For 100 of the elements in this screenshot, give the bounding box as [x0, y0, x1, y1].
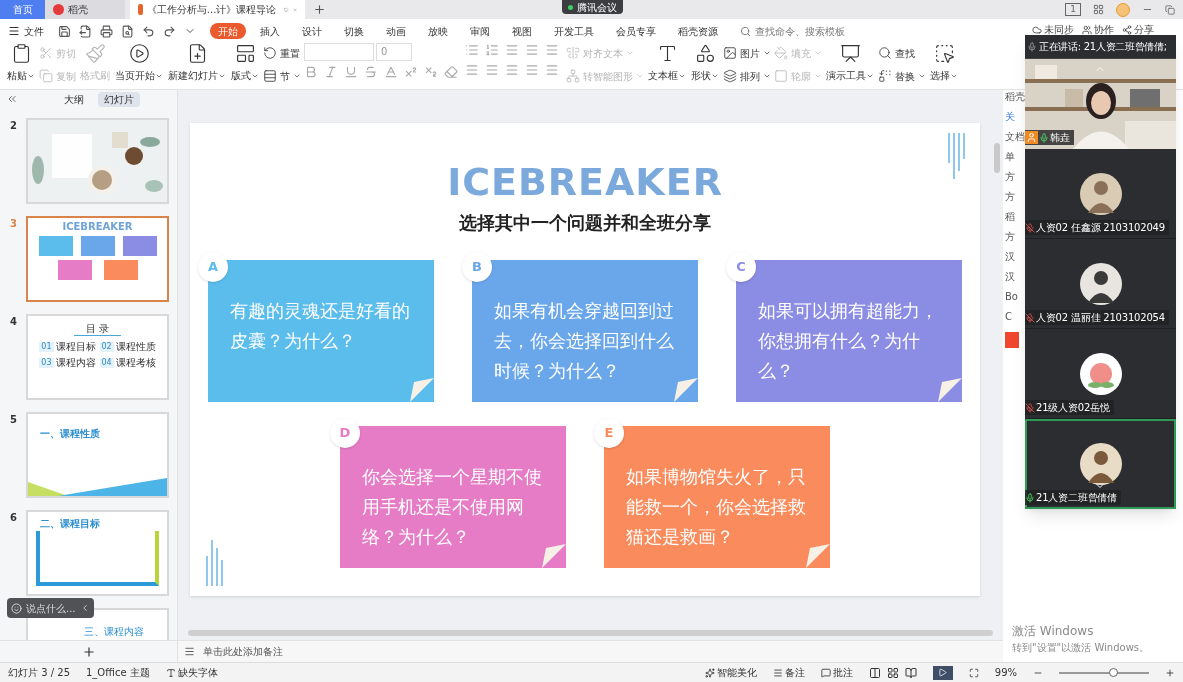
layout-icon — [234, 43, 256, 64]
participant-tile[interactable]: 21人资二班曾倩倩 — [1025, 419, 1176, 509]
ribbon-tab[interactable]: 插入 — [252, 23, 288, 39]
ribbon-button[interactable]: 排列 — [723, 66, 771, 86]
preview-icon[interactable] — [121, 24, 134, 38]
sorter-view-icon[interactable] — [886, 666, 899, 679]
layout-badge[interactable]: 1 — [1065, 3, 1081, 16]
replace-icon — [878, 69, 892, 83]
ribbon-button[interactable]: 版式 — [230, 43, 260, 87]
indent-icon[interactable] — [525, 43, 539, 57]
bullet-list-icon[interactable] — [465, 43, 479, 57]
ribbon-tab[interactable]: 动画 — [378, 23, 414, 39]
ribbon-button[interactable]: 当页开始 — [114, 43, 164, 87]
ribbon-tab[interactable]: 设计 — [294, 23, 330, 39]
superscript-icon[interactable] — [404, 65, 418, 79]
outdent-icon[interactable] — [505, 43, 519, 57]
panel-tab[interactable]: 幻灯片 — [98, 91, 140, 107]
ribbon-tab[interactable]: 会员专享 — [608, 23, 664, 39]
ribbon-button[interactable]: 演示工具 — [825, 43, 875, 87]
cloud-action[interactable]: 协作 — [1082, 25, 1114, 35]
play-button[interactable] — [932, 665, 953, 680]
collapse-icon[interactable] — [6, 93, 18, 105]
beautify-button[interactable]: 智能美化 — [704, 665, 757, 680]
horizontal-scrollbar[interactable] — [188, 630, 993, 636]
slide-thumbnail[interactable]: 一、课程性质 — [26, 412, 169, 498]
ribbon-button[interactable]: 新建幻灯片 — [167, 43, 227, 87]
document-tab[interactable]: 稻壳 — [45, 0, 125, 19]
align-center-icon[interactable] — [485, 63, 499, 77]
chat-toast[interactable]: 说点什么... — [7, 598, 94, 618]
ribbon-button[interactable]: 选择 — [929, 43, 959, 87]
file-menu[interactable]: 文件 — [8, 23, 44, 39]
align-right-icon[interactable] — [505, 63, 519, 77]
ribbon-tab[interactable]: 稻壳资源 — [670, 23, 726, 39]
panel-tab[interactable]: 大纲 — [58, 91, 90, 107]
ribbon-tab[interactable]: 切换 — [336, 23, 372, 39]
document-tab[interactable]: 《工作分析与...计》课程导论 — [130, 0, 305, 19]
restore-icon[interactable] — [1165, 4, 1175, 15]
participant-tile[interactable]: 21级人资02岳悦 — [1025, 329, 1176, 419]
missing-fonts-button[interactable]: 缺失字体 — [165, 665, 218, 680]
strikethrough-icon[interactable] — [364, 65, 378, 79]
grid-icon[interactable] — [1093, 4, 1104, 15]
participant-tile[interactable]: 人资02 温丽佳 2103102054 — [1025, 239, 1176, 329]
zoom-in-icon[interactable] — [1165, 667, 1175, 678]
italic-icon[interactable] — [324, 65, 338, 79]
numbered-list-icon[interactable] — [485, 43, 499, 57]
font-family-field[interactable] — [304, 43, 374, 61]
document-tab[interactable]: 首页 — [0, 0, 45, 19]
ribbon-button[interactable]: 节 — [263, 66, 301, 86]
ribbon-button[interactable]: 重置 — [263, 43, 301, 63]
shapes-icon — [694, 43, 716, 64]
image-icon — [723, 46, 737, 60]
cloud-action[interactable]: 分享 — [1122, 25, 1154, 35]
ribbon-button[interactable]: 图片 — [723, 43, 771, 63]
participant-tile[interactable]: 韩垚 — [1025, 59, 1176, 149]
reset-icon — [263, 46, 277, 60]
eraser-icon[interactable] — [444, 65, 458, 79]
add-slide-icon[interactable] — [81, 644, 96, 659]
comments-button[interactable]: 批注 — [820, 665, 853, 680]
ribbon-tab[interactable]: 开发工具 — [546, 23, 602, 39]
normal-view-icon[interactable] — [868, 666, 881, 679]
ribbon-tab[interactable]: 视图 — [504, 23, 540, 39]
reading-view-icon[interactable] — [904, 666, 917, 679]
ribbon-button[interactable]: 替换 — [878, 66, 926, 86]
ribbon-tab[interactable]: 开始 — [210, 23, 246, 39]
justify-icon[interactable] — [525, 63, 539, 77]
export-icon[interactable] — [79, 24, 92, 38]
vertical-scrollbar[interactable] — [994, 143, 1000, 173]
save-icon[interactable] — [58, 24, 71, 38]
align-left-icon[interactable] — [465, 63, 479, 77]
redo-icon[interactable] — [163, 24, 176, 38]
subscript-icon[interactable] — [424, 65, 438, 79]
bold-icon[interactable] — [304, 65, 318, 79]
zoom-slider[interactable] — [1059, 671, 1149, 674]
participant-tile[interactable]: 人资02 任鑫源 2103102049 — [1025, 149, 1176, 239]
slide-thumbnail[interactable]: 目 录 01 课程目标 02 课程性质 03 课程内容 04 课程考核 — [26, 314, 169, 400]
font-color-icon[interactable] — [384, 65, 398, 79]
underline-icon[interactable] — [344, 65, 358, 79]
new-tab-icon[interactable] — [313, 3, 326, 16]
mic-icon[interactable] — [1027, 41, 1037, 52]
zoom-thumb[interactable] — [1109, 667, 1118, 677]
notes-area[interactable]: 单击此处添加备注 — [178, 640, 1003, 662]
print-icon[interactable] — [100, 24, 113, 38]
ribbon-button[interactable]: 形状 — [690, 43, 720, 87]
undo-icon[interactable] — [142, 24, 155, 38]
line-spacing-icon[interactable] — [545, 43, 559, 57]
notes-button[interactable]: 备注 — [772, 665, 805, 680]
ribbon-button[interactable]: 查找 — [878, 43, 926, 63]
ribbon-tab[interactable]: 放映 — [420, 23, 456, 39]
slide-thumbnail[interactable]: 二、课程目标 — [26, 510, 169, 596]
thumbnail-number: 03 — [39, 358, 54, 368]
meeting-badge[interactable]: 腾讯会议 — [562, 0, 623, 14]
fit-icon[interactable] — [968, 667, 979, 678]
ribbon-button[interactable]: 粘贴 — [6, 43, 36, 87]
ribbon-button[interactable]: 文本框 — [647, 43, 687, 87]
distribute-icon[interactable] — [545, 63, 559, 77]
command-search[interactable]: 查找命令、搜索模板 — [740, 23, 845, 39]
user-avatar[interactable] — [1116, 2, 1130, 17]
cloud-action[interactable]: 未同步 — [1032, 25, 1074, 35]
thumbnail-title: 二、课程目标 — [39, 517, 101, 531]
ribbon-tab[interactable]: 审阅 — [462, 23, 498, 39]
